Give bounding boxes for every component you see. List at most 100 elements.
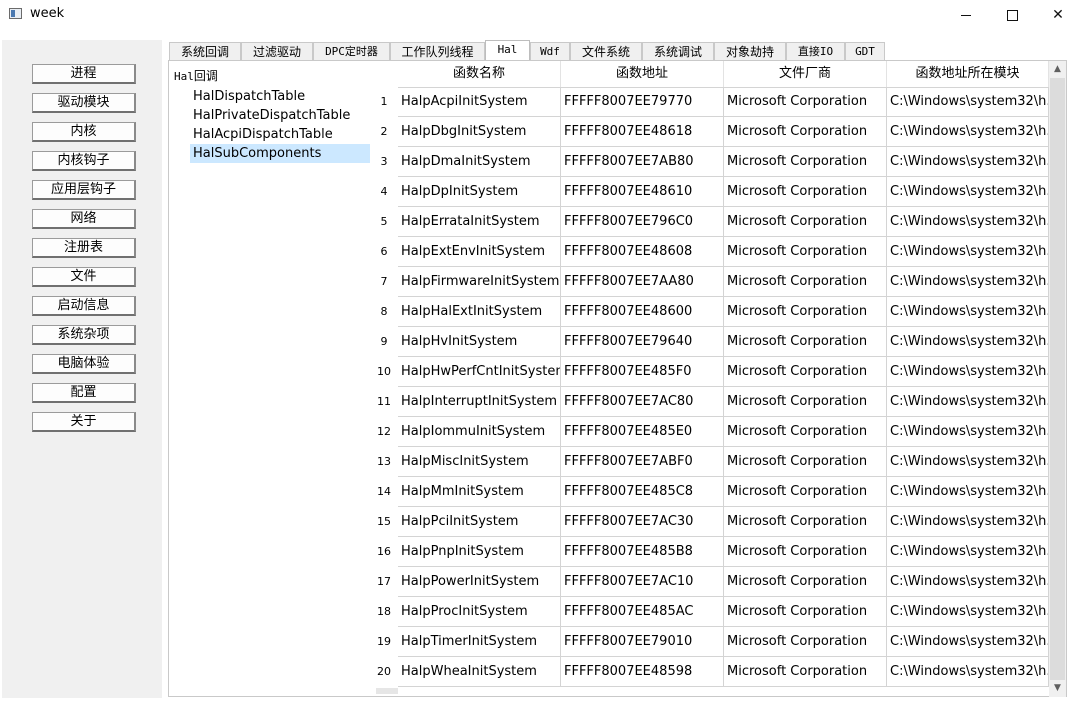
table-cell: FFFFF8007EE485AC: [561, 597, 724, 627]
table-row[interactable]: 20 HalpWheaInitSystem FFFFF8007EE48598 Micr…: [370, 657, 1049, 687]
nav-button[interactable]: 内核: [32, 122, 136, 142]
table-cell: Microsoft Corporation: [724, 267, 887, 297]
column-header[interactable]: 函数地址: [561, 61, 724, 87]
row-number: 16: [377, 545, 391, 558]
function-table: 函数名称 函数地址 文件厂商 函数地址所在模块 1 HalpAcpiInitSystem…: [370, 61, 1049, 697]
tree-item[interactable]: HalSubComponents: [190, 144, 370, 163]
tree-item[interactable]: HalDispatchTable: [190, 87, 308, 106]
tab-item[interactable]: GDT: [845, 42, 885, 61]
tree-header-prefix: Hal: [174, 70, 194, 83]
tab-item[interactable]: 过滤驱动: [241, 42, 313, 61]
tree-header-suffix: 回调: [193, 69, 218, 83]
table-cell: C:\Windows\system32\h...: [887, 177, 1049, 207]
nav-button[interactable]: 内核钩子: [32, 151, 136, 171]
row-number: 5: [380, 215, 388, 228]
table-cell: C:\Windows\system32\h...: [887, 207, 1049, 237]
table-cell: C:\Windows\system32\h...: [887, 537, 1049, 567]
table-cell: FFFFF8007EE79770: [561, 87, 724, 117]
chevron-down-icon[interactable]: ▼: [1049, 680, 1066, 697]
table-cell: HalpAcpiInitSystem: [398, 87, 561, 117]
minimize-icon: [961, 14, 971, 16]
table-cell: Microsoft Corporation: [724, 447, 887, 477]
column-header[interactable]: 文件厂商: [724, 61, 887, 87]
minimize-button[interactable]: [943, 0, 989, 30]
table-cell: C:\Windows\system32\h...: [887, 297, 1049, 327]
row-number: 6: [380, 245, 388, 258]
table-row[interactable]: 7 HalpFirmwareInitSystem FFFFF8007EE7AA80 M…: [370, 267, 1049, 297]
tab-item[interactable]: 对象劫持: [714, 42, 786, 61]
close-icon: ✕: [1052, 7, 1064, 23]
table-cell: HalpHvInitSystem: [398, 327, 561, 357]
nav-button[interactable]: 网络: [32, 209, 136, 229]
column-header[interactable]: 函数名称: [398, 61, 561, 87]
nav-button[interactable]: 系统杂项: [32, 325, 136, 345]
table-row[interactable]: 6 HalpExtEnvInitSystem FFFFF8007EE48608 Mic…: [370, 237, 1049, 267]
row-number: 17: [377, 575, 391, 588]
table-cell: Microsoft Corporation: [724, 597, 887, 627]
table-row[interactable]: 9 HalpHvInitSystem FFFFF8007EE79640 Microso…: [370, 327, 1049, 357]
vertical-scrollbar[interactable]: ▲ ▼: [1049, 61, 1066, 697]
table-cell: Microsoft Corporation: [724, 147, 887, 177]
table-row[interactable]: 3 HalpDmaInitSystem FFFFF8007EE7AB80 Micros…: [370, 147, 1049, 177]
table-cell: Microsoft Corporation: [724, 87, 887, 117]
table-cell: HalpPowerInitSystem: [398, 567, 561, 597]
table-cell: C:\Windows\system32\h...: [887, 597, 1049, 627]
table-row[interactable]: 12 HalpIommuInitSystem FFFFF8007EE485E0 Mic…: [370, 417, 1049, 447]
table-row[interactable]: 18 HalpProcInitSystem FFFFF8007EE485AC Micr…: [370, 597, 1049, 627]
tree-item[interactable]: HalAcpiDispatchTable: [190, 125, 336, 144]
table-cell: FFFFF8007EE48600: [561, 297, 724, 327]
tab-item[interactable]: DPC定时器: [313, 42, 390, 61]
horizontal-scrollbar-stub[interactable]: [376, 688, 398, 694]
table-row[interactable]: 1 HalpAcpiInitSystem FFFFF8007EE79770 Micro…: [370, 87, 1049, 117]
table-cell: HalpErrataInitSystem: [398, 207, 561, 237]
table-row[interactable]: 11 HalpInterruptInitSystem FFFFF8007EE7AC8…: [370, 387, 1049, 417]
close-button[interactable]: ✕: [1035, 0, 1077, 30]
table-row[interactable]: 10 HalpHwPerfCntInitSystem FFFFF8007EE485F…: [370, 357, 1049, 387]
table-cell: HalpFirmwareInitSystem: [398, 267, 561, 297]
table-cell: FFFFF8007EE7ABF0: [561, 447, 724, 477]
row-number: 19: [377, 635, 391, 648]
nav-button[interactable]: 电脑体验: [32, 354, 136, 374]
table-row[interactable]: 4 HalpDpInitSystem FFFFF8007EE48610 Microso…: [370, 177, 1049, 207]
table-cell: HalpDpInitSystem: [398, 177, 561, 207]
tab-item[interactable]: Hal: [485, 40, 530, 61]
tab-item[interactable]: Wdf: [530, 42, 570, 61]
table-cell: C:\Windows\system32\h...: [887, 477, 1049, 507]
table-cell: C:\Windows\system32\h...: [887, 327, 1049, 357]
table-cell: Microsoft Corporation: [724, 657, 887, 687]
table-cell: Microsoft Corporation: [724, 627, 887, 657]
nav-button[interactable]: 配置: [32, 383, 136, 403]
nav-button[interactable]: 文件: [32, 267, 136, 287]
nav-button[interactable]: 启动信息: [32, 296, 136, 316]
table-row[interactable]: 17 HalpPowerInitSystem FFFFF8007EE7AC10 Mic…: [370, 567, 1049, 597]
column-header[interactable]: 函数地址所在模块: [887, 61, 1049, 87]
row-number: 14: [377, 485, 391, 498]
scrollbar-thumb[interactable]: [1050, 78, 1065, 680]
table-cell: FFFFF8007EE79640: [561, 327, 724, 357]
table-row[interactable]: 19 HalpTimerInitSystem FFFFF8007EE79010 Mic…: [370, 627, 1049, 657]
tab-item[interactable]: 文件系统: [570, 42, 642, 61]
table-cell: HalpExtEnvInitSystem: [398, 237, 561, 267]
table-row[interactable]: 2 HalpDbgInitSystem FFFFF8007EE48618 Micros…: [370, 117, 1049, 147]
maximize-button[interactable]: [989, 0, 1035, 30]
chevron-up-icon[interactable]: ▲: [1049, 61, 1066, 78]
table-row[interactable]: 5 HalpErrataInitSystem FFFFF8007EE796C0 Mic…: [370, 207, 1049, 237]
nav-button[interactable]: 关于: [32, 412, 136, 432]
table-row[interactable]: 16 HalpPnpInitSystem FFFFF8007EE485B8 Micro…: [370, 537, 1049, 567]
row-number: 1: [380, 95, 388, 108]
tab-item[interactable]: 系统调试: [642, 42, 714, 61]
tab-item[interactable]: 直接IO: [786, 42, 845, 61]
tab-item[interactable]: 系统回调: [169, 42, 241, 61]
tab-item[interactable]: 工作队列线程: [390, 42, 485, 61]
nav-button[interactable]: 注册表: [32, 238, 136, 258]
nav-button[interactable]: 驱动模块: [32, 93, 136, 113]
table-row[interactable]: 14 HalpMmInitSystem FFFFF8007EE485C8 Micros…: [370, 477, 1049, 507]
nav-button[interactable]: 进程: [32, 64, 136, 84]
nav-button[interactable]: 应用层钩子: [32, 180, 136, 200]
tree-item[interactable]: HalPrivateDispatchTable: [190, 106, 353, 125]
table-row[interactable]: 13 HalpMiscInitSystem FFFFF8007EE7ABF0 Micr…: [370, 447, 1049, 477]
table-row[interactable]: 15 HalpPciInitSystem FFFFF8007EE7AC30 Micro…: [370, 507, 1049, 537]
table-row[interactable]: 8 HalpHalExtInitSystem FFFFF8007EE48600 Mic…: [370, 297, 1049, 327]
table-cell: C:\Windows\system32\h...: [887, 507, 1049, 537]
table-cell: FFFFF8007EE48618: [561, 117, 724, 147]
